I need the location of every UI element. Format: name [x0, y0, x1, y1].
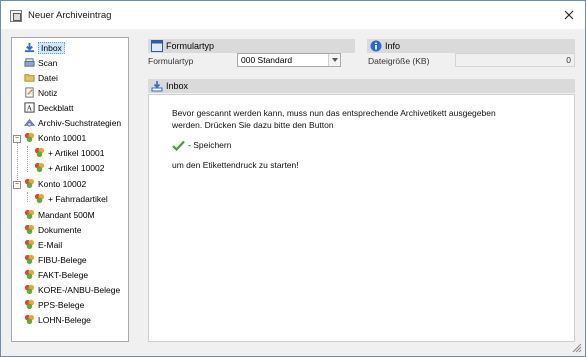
close-icon [564, 10, 574, 20]
tree-item-mandant-500m[interactable]: Mandant 500M [24, 208, 95, 222]
inbox-instruction-line1: Bevor gescannt werden kann, muss nun das… [172, 108, 496, 118]
title-bar[interactable]: Neuer Archiveintrag [1, 1, 585, 29]
inbox-content: Bevor gescannt werden kann, muss nun das… [148, 94, 575, 342]
tree-item-fibu-belege[interactable]: FIBU-Belege [24, 253, 87, 267]
cover-sheet-icon: A [24, 102, 35, 113]
tree-item-e-mail[interactable]: E-Mail [24, 238, 62, 252]
tree-item-archiv-suchstrategien[interactable]: Archiv-Suchstrategien [24, 116, 121, 130]
scanner-icon [24, 58, 35, 67]
save-hint: - Speichern [172, 139, 232, 152]
file-size-label: Dateigröße (KB) [368, 56, 430, 66]
tree-item-artikel-10002[interactable]: + Artikel 10002 [34, 161, 104, 175]
tree-item-datei[interactable]: Datei [24, 71, 58, 85]
tree-item-kore-anbu-belege[interactable]: KORE-/ANBU-Belege [24, 283, 120, 297]
formulartyp-label: Formulartyp [148, 56, 194, 66]
inbox-header: Inbox [148, 79, 575, 93]
tree-item-inbox[interactable]: Inbox [24, 41, 65, 55]
checkmark-icon [172, 140, 185, 152]
folder-icon [24, 74, 35, 82]
file-size-value: 0 [455, 53, 575, 67]
search-strategy-icon [24, 119, 35, 127]
tree-item-deckblatt[interactable]: A Deckblatt [24, 101, 73, 115]
tree-item-konto-10002[interactable]: Konto 10002 [24, 177, 86, 191]
tree-item-scan[interactable]: Scan [24, 56, 57, 70]
archive-hearts-icon [24, 285, 35, 295]
collapse-konto-10001-toggle[interactable]: − [13, 135, 21, 143]
archive-hearts-icon [34, 163, 45, 173]
inbox-instruction-line2: werden. Drücken Sie dazu bitte den Butto… [172, 120, 334, 130]
tree-item-notiz[interactable]: Notiz [24, 86, 57, 100]
tree-item-artikel-10001[interactable]: + Artikel 10001 [34, 146, 104, 160]
tree-item-pps-belege[interactable]: PPS-Belege [24, 298, 84, 312]
tree-item-fakt-belege[interactable]: FAKT-Belege [24, 268, 88, 282]
tree-item-konto-10001[interactable]: Konto 10001 [24, 131, 86, 145]
resize-grip-icon[interactable] [572, 343, 582, 353]
dialog-window: Neuer Archiveintrag Inbox Scan Datei Not… [0, 0, 586, 357]
archive-hearts-icon [24, 210, 35, 220]
archive-hearts-icon [24, 255, 35, 265]
inbox-arrow-icon [24, 43, 35, 53]
tree-item-fahrradartikel[interactable]: + Fahrradartikel [34, 192, 108, 206]
archive-hearts-icon [24, 270, 35, 280]
chevron-down-icon[interactable] [328, 54, 340, 66]
archive-hearts-icon [24, 179, 35, 189]
collapse-konto-10002-toggle[interactable]: − [13, 181, 21, 189]
archive-hearts-icon [24, 225, 35, 235]
archive-hearts-icon [34, 194, 45, 204]
formulartyp-header: Formulartyp [148, 39, 355, 53]
archive-hearts-icon [24, 315, 35, 325]
inbox-instruction-line3: um den Etikettendruck zu starten! [172, 160, 299, 170]
archive-hearts-icon [24, 240, 35, 250]
svg-text:A: A [27, 104, 33, 113]
close-button[interactable] [559, 6, 579, 24]
formulartyp-select[interactable]: 000 Standard [237, 53, 341, 67]
archive-hearts-icon [34, 148, 45, 158]
tree-connector [27, 146, 28, 172]
archive-hearts-icon [24, 133, 35, 143]
info-header: Info [367, 39, 575, 53]
tree-connector [17, 138, 18, 186]
form-icon [151, 40, 163, 52]
formulartyp-value: 000 Standard [241, 55, 293, 65]
info-icon [370, 40, 382, 52]
window-title: Neuer Archiveintrag [28, 10, 112, 21]
inbox-arrow-icon [151, 81, 163, 92]
tree-item-lohn-belege[interactable]: LOHN-Belege [24, 313, 91, 327]
archive-hearts-icon [24, 300, 35, 310]
note-icon [25, 87, 34, 98]
archive-tree[interactable]: Inbox Scan Datei Notiz A Deckblatt Archiv… [11, 37, 129, 342]
save-hint-label: - Speichern [188, 140, 232, 150]
window-app-icon [10, 10, 22, 22]
tree-item-dokumente[interactable]: Dokumente [24, 223, 81, 237]
tree-connector [27, 192, 28, 202]
